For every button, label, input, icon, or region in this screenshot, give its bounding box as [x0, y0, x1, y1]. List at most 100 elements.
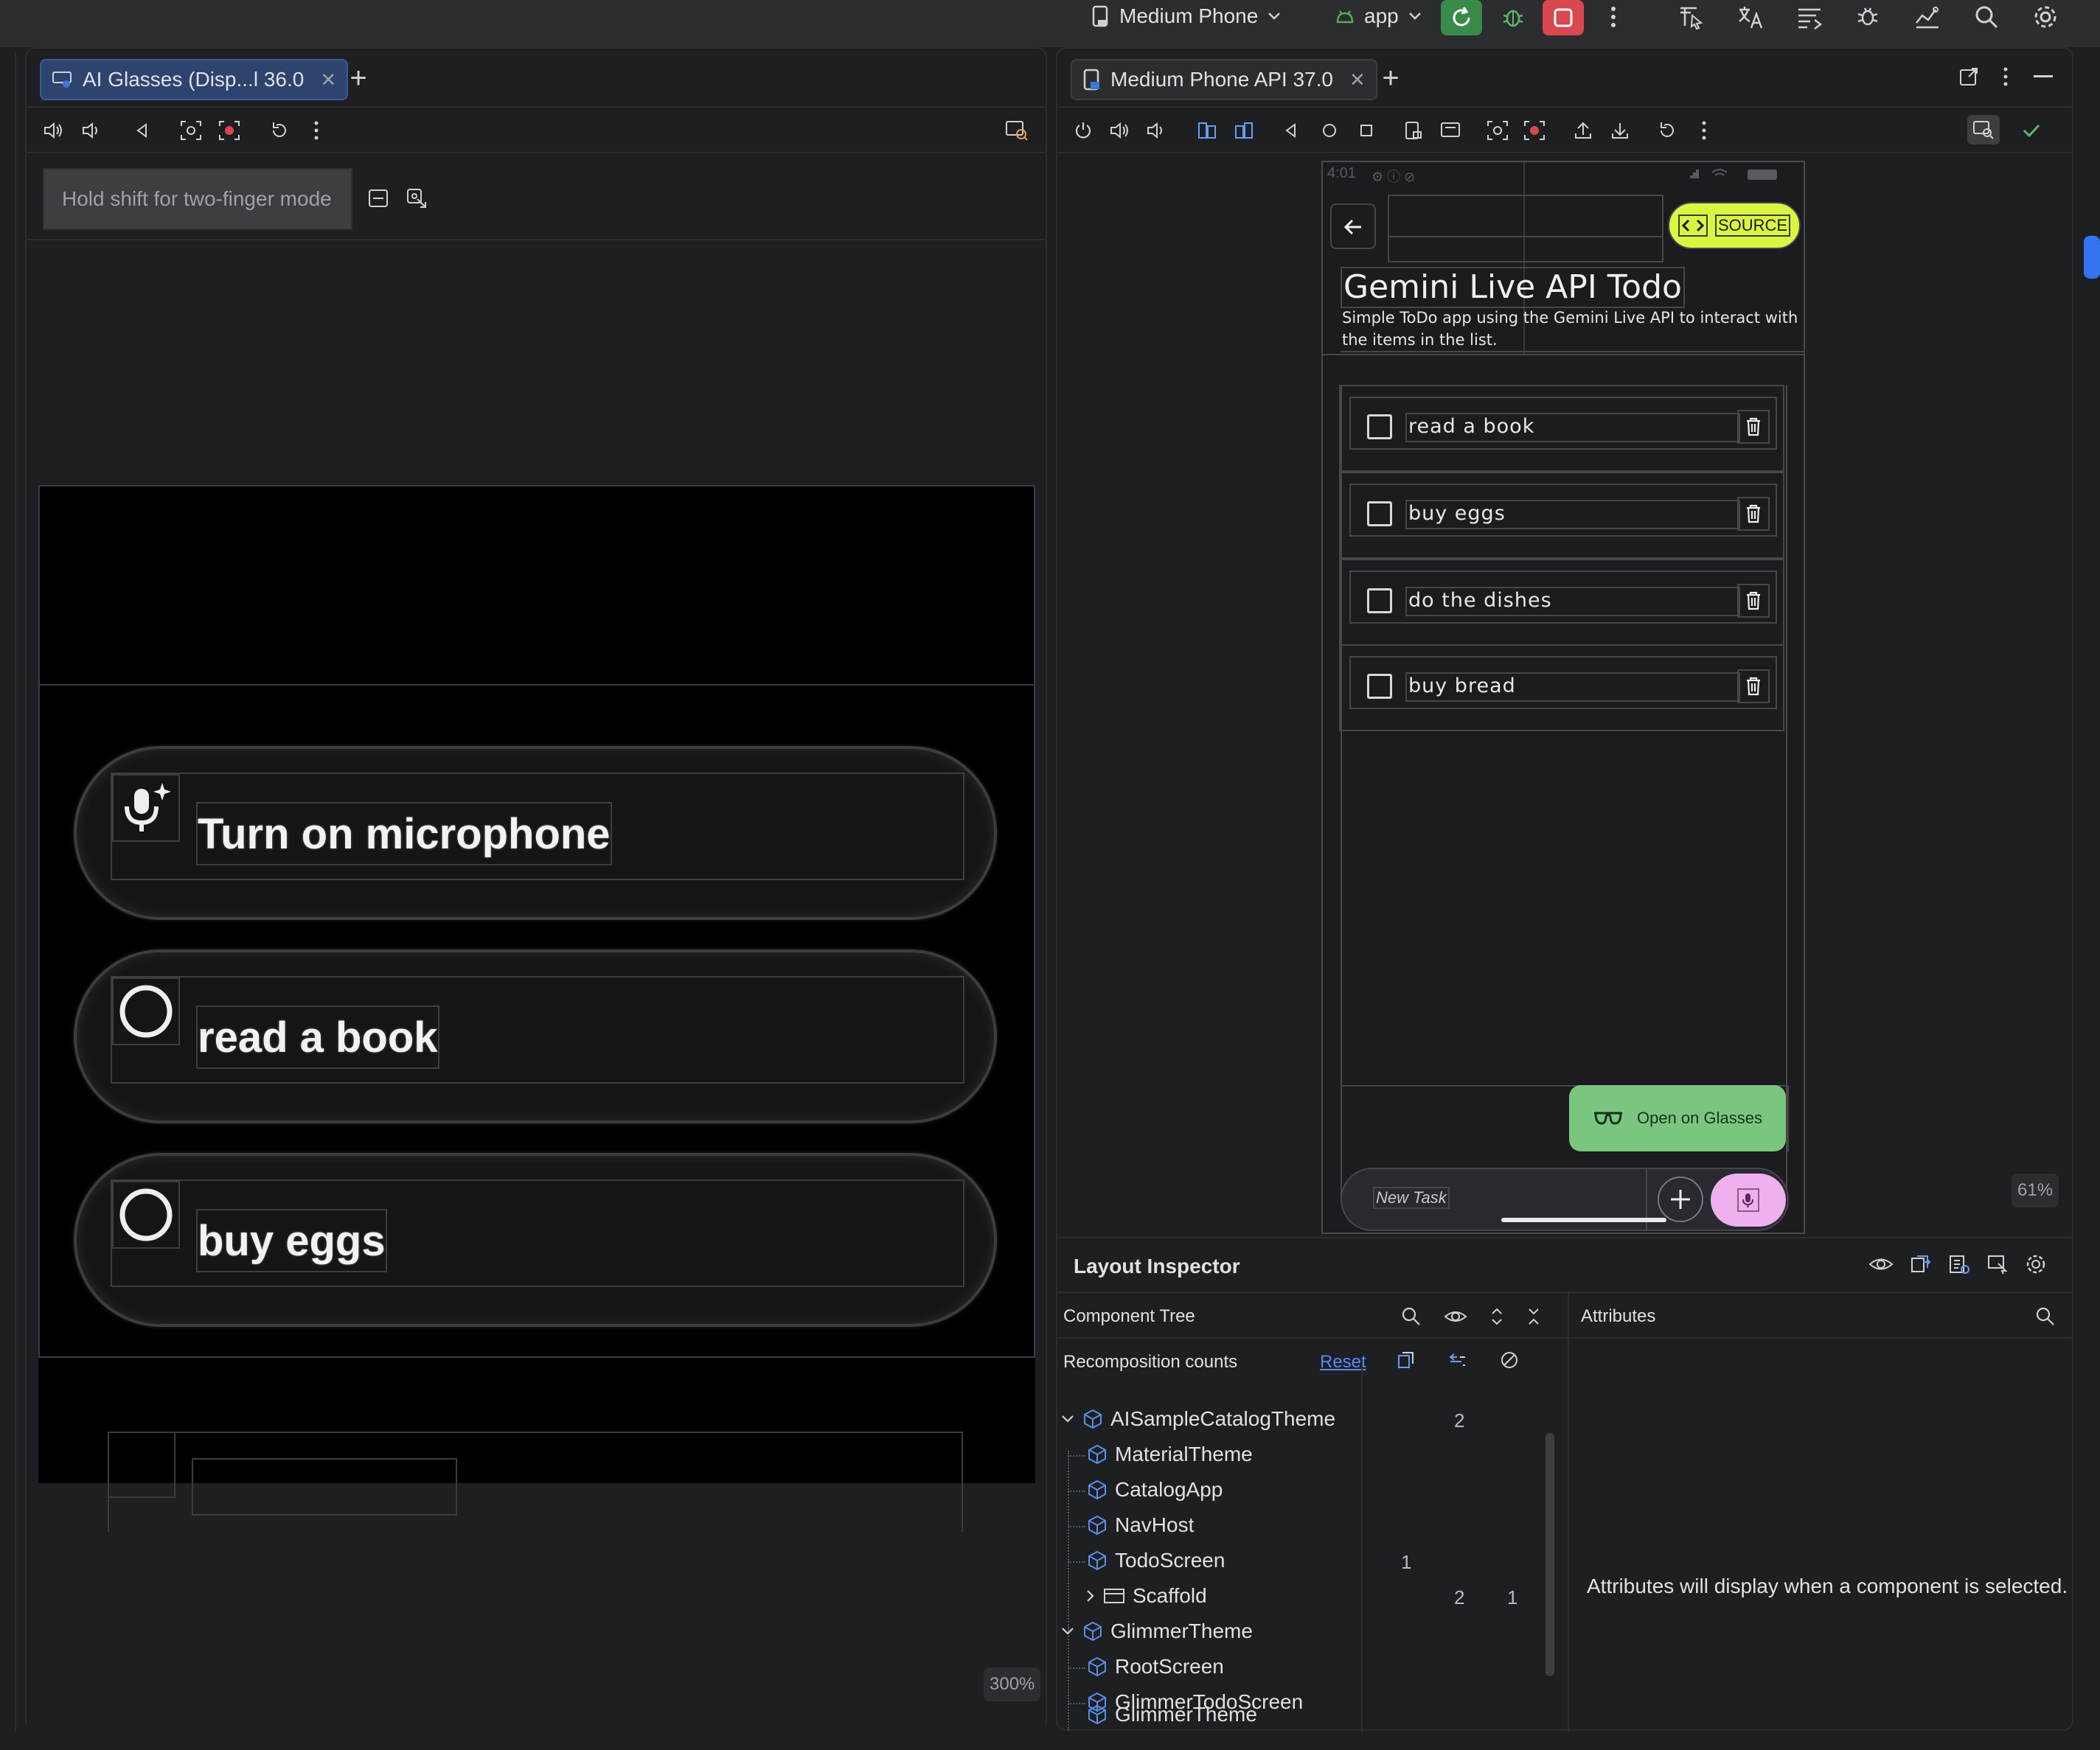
todo-row[interactable]: buy bread: [1349, 656, 1777, 709]
screenshot-icon[interactable]: [1485, 118, 1510, 143]
kebab-icon[interactable]: [2003, 66, 2009, 87]
rotate-icon[interactable]: [267, 118, 292, 143]
todo-checkbox[interactable]: [1367, 674, 1392, 699]
fold-icon[interactable]: [1438, 118, 1463, 143]
rotate-right-icon[interactable]: [1231, 118, 1256, 143]
gesture-nav-handle[interactable]: [1501, 1218, 1666, 1222]
device-frame-icon[interactable]: [1401, 118, 1426, 143]
todo-row[interactable]: buy eggs: [1349, 484, 1777, 537]
source-button[interactable]: SOURCE: [1668, 202, 1801, 249]
open-external-icon[interactable]: [1958, 66, 1979, 87]
add-tab-button[interactable]: +: [344, 63, 373, 94]
search-everywhere-button[interactable]: [1969, 1, 2004, 32]
app-quality-button[interactable]: [1910, 1, 1945, 32]
volume-down-icon[interactable]: [1144, 118, 1169, 143]
home-icon[interactable]: [1317, 118, 1342, 143]
eye-icon[interactable]: [1868, 1253, 1894, 1275]
tree-node-label: RootScreen: [1115, 1655, 1224, 1678]
screen-record-icon[interactable]: [1522, 118, 1547, 143]
tree-node[interactable]: TodoScreen: [1087, 1544, 1225, 1578]
phone-screen[interactable]: 4:01 ⚙ ⓘ ⊘ SOURCE Gemini Live API Todo S…: [1321, 161, 1805, 1234]
trash-icon[interactable]: [1737, 410, 1770, 444]
tree-scrollbar[interactable]: [1546, 1433, 1554, 1676]
download-icon[interactable]: [1607, 118, 1633, 143]
active-tool-window-indicator[interactable]: [2084, 236, 2100, 279]
tree-node[interactable]: Scaffold: [1085, 1579, 1207, 1613]
todo-row[interactable]: read a book: [1349, 397, 1777, 450]
kebab-icon[interactable]: [1692, 118, 1717, 143]
volume-up-icon[interactable]: [41, 118, 66, 143]
tree-node[interactable]: GlimmerTheme: [1060, 1614, 1253, 1648]
rotate-icon[interactable]: [1655, 118, 1680, 143]
trash-icon[interactable]: [1737, 669, 1770, 703]
tree-node[interactable]: GlimmerTheme: [1087, 1700, 1257, 1729]
profile-bug-button[interactable]: [1851, 1, 1886, 32]
upload-icon[interactable]: [1571, 118, 1596, 143]
tab-medium-phone[interactable]: Medium Phone API 37.0 ✕: [1071, 59, 1377, 100]
volume-down-icon[interactable]: [80, 118, 105, 143]
screen-record-icon[interactable]: [217, 118, 242, 143]
tree-node[interactable]: CatalogApp: [1087, 1473, 1223, 1507]
code-list-button[interactable]: [1792, 1, 1827, 32]
rotate-left-icon[interactable]: [1195, 118, 1220, 143]
back-icon[interactable]: [1279, 118, 1304, 143]
settings-button[interactable]: [2028, 1, 2063, 32]
back-icon[interactable]: [130, 118, 155, 143]
power-icon[interactable]: [1071, 118, 1096, 143]
tab-ai-glasses[interactable]: AI Glasses (Disp...l 36.0 ✕: [40, 59, 349, 100]
disable-icon[interactable]: [1500, 1350, 1519, 1370]
collapse-all-icon[interactable]: [1526, 1306, 1541, 1327]
gear-icon[interactable]: [2025, 1253, 2047, 1275]
layout-inspector-toggle-icon[interactable]: [1967, 115, 2000, 144]
debug-button[interactable]: [1495, 1, 1531, 32]
stop-button[interactable]: [1543, 0, 1584, 35]
todo-checkbox[interactable]: [1367, 588, 1392, 613]
volume-up-icon[interactable]: [1108, 118, 1133, 143]
glasses-display[interactable]: Turn on microphone read a book buy eggs: [38, 485, 1035, 1539]
minimize-icon[interactable]: [2034, 75, 2053, 77]
layout-inspector-toggle-icon[interactable]: [1004, 118, 1029, 143]
add-tab-button[interactable]: +: [1376, 63, 1405, 94]
close-icon[interactable]: ✕: [320, 69, 336, 91]
export-snapshot-icon[interactable]: [1910, 1253, 1932, 1275]
keyboard-mode-icon[interactable]: [367, 187, 389, 209]
select-component-icon[interactable]: [1986, 1253, 2009, 1275]
todo-checkbox[interactable]: [1367, 414, 1392, 439]
tree-node[interactable]: MaterialTheme: [1087, 1437, 1253, 1471]
close-icon[interactable]: ✕: [1349, 69, 1366, 91]
device-mirror-button[interactable]: [1674, 1, 1709, 32]
more-actions-button[interactable]: [1596, 1, 1631, 32]
glasses-item-todo[interactable]: read a book: [74, 949, 997, 1123]
kebab-icon[interactable]: [304, 118, 329, 143]
back-button[interactable]: [1330, 203, 1376, 249]
glasses-item-todo[interactable]: buy eggs: [74, 1153, 997, 1327]
load-snapshot-icon[interactable]: [1948, 1253, 1970, 1275]
gesture-mode-icon[interactable]: [406, 187, 428, 209]
rerun-button[interactable]: [1441, 0, 1482, 35]
search-icon[interactable]: [2035, 1306, 2056, 1327]
eye-icon[interactable]: [1444, 1306, 1467, 1327]
add-task-button[interactable]: [1658, 1176, 1703, 1222]
reset-link[interactable]: Reset: [1320, 1352, 1366, 1373]
search-icon[interactable]: [1401, 1306, 1422, 1327]
voice-input-button[interactable]: [1711, 1174, 1786, 1227]
overview-icon[interactable]: [1354, 118, 1379, 143]
new-task-input[interactable]: New Task: [1373, 1187, 1450, 1209]
highlight-recomposition-icon[interactable]: [1448, 1350, 1467, 1370]
module-selector[interactable]: app: [1335, 0, 1422, 32]
open-on-glasses-button[interactable]: Open on Glasses: [1569, 1085, 1786, 1151]
screenshot-icon[interactable]: [178, 118, 204, 143]
tree-node[interactable]: AISampleCatalogTheme: [1060, 1402, 1335, 1436]
tree-node[interactable]: NavHost: [1087, 1508, 1194, 1542]
translate-button[interactable]: [1733, 1, 1768, 32]
todo-checkbox[interactable]: [1367, 501, 1392, 526]
trash-icon[interactable]: [1737, 497, 1770, 531]
kebab-icon: [1610, 6, 1616, 28]
glasses-item-microphone[interactable]: Turn on microphone: [74, 746, 997, 920]
device-selector[interactable]: Medium Phone: [1091, 0, 1282, 32]
copy-icon[interactable]: [1397, 1350, 1416, 1370]
expand-all-icon[interactable]: [1489, 1306, 1504, 1327]
tree-node[interactable]: RootScreen: [1087, 1650, 1224, 1684]
trash-icon[interactable]: [1737, 584, 1770, 618]
todo-row[interactable]: do the dishes: [1349, 571, 1777, 624]
